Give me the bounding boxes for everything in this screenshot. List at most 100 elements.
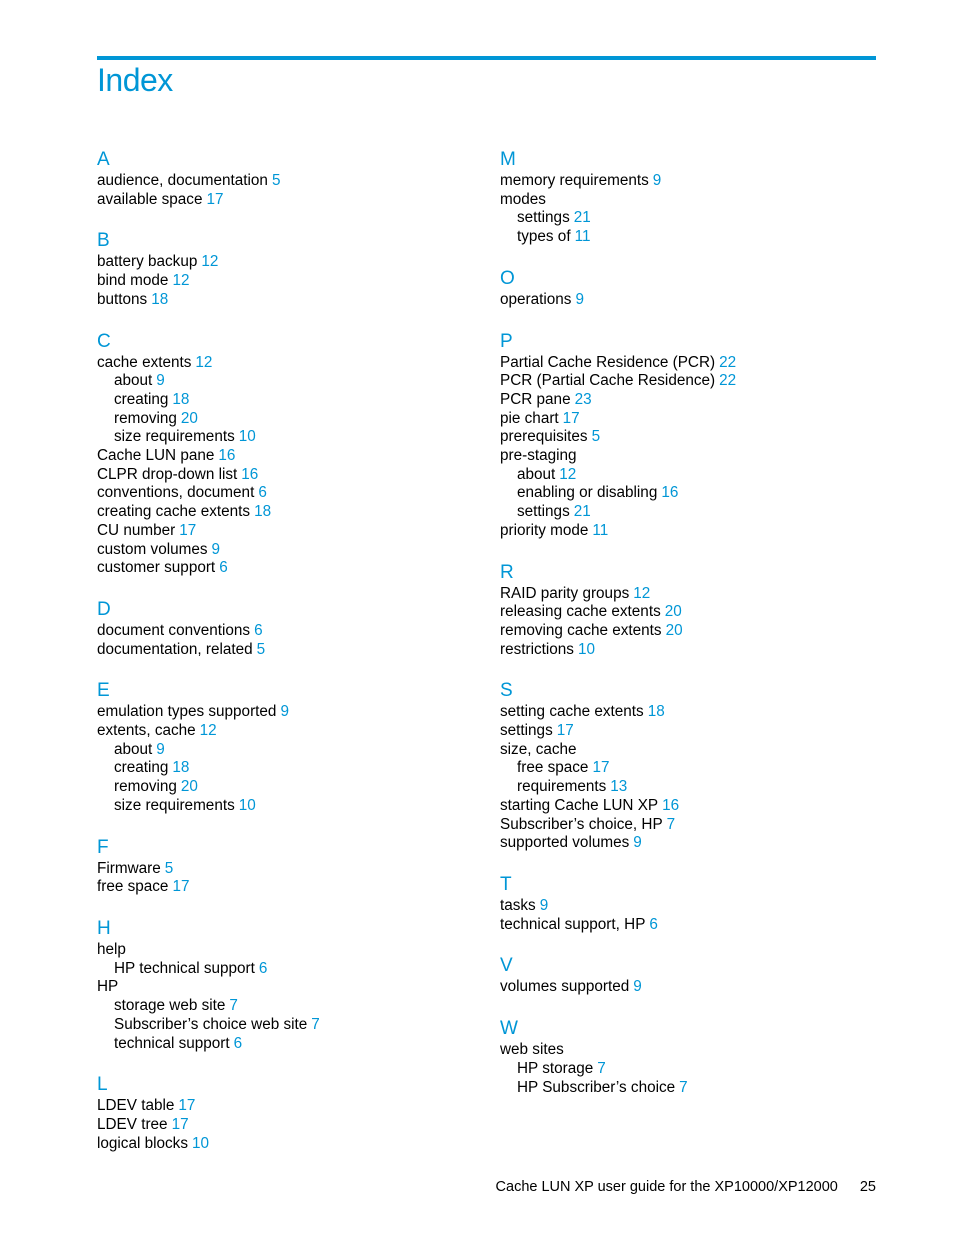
page-reference-link[interactable]: 10 [578, 641, 595, 658]
page-reference-link[interactable]: 5 [272, 172, 281, 189]
page-reference-link[interactable]: 6 [649, 916, 658, 933]
page-reference-link[interactable]: 23 [575, 391, 592, 408]
index-entry: memory requirements 9 [500, 172, 880, 191]
index-subentry: storage web site 7 [97, 997, 477, 1016]
page-reference-link[interactable]: 10 [239, 428, 256, 445]
page-reference-link[interactable]: 12 [201, 253, 218, 270]
page-reference-link[interactable]: 16 [218, 447, 235, 464]
entry-term: free space [97, 878, 169, 896]
page-reference-link[interactable]: 22 [719, 372, 736, 389]
page-reference-link[interactable]: 12 [633, 585, 650, 602]
page-reference-link[interactable]: 16 [662, 797, 679, 814]
index-entry: tasks 9 [500, 897, 880, 916]
page-reference-link[interactable]: 6 [234, 1035, 243, 1052]
page-reference-link[interactable]: 17 [172, 1116, 189, 1133]
index-entry: bind mode 12 [97, 272, 477, 291]
page-reference-link[interactable]: 12 [172, 272, 189, 289]
page-reference-link[interactable]: 18 [254, 503, 271, 520]
entry-term: starting Cache LUN XP [500, 796, 659, 814]
page-reference-link[interactable]: 11 [592, 522, 608, 539]
index-entry: available space 17 [97, 191, 477, 210]
page-reference-link[interactable]: 12 [559, 466, 576, 483]
index-subentry: creating 18 [97, 759, 477, 778]
page-reference-link[interactable]: 9 [653, 172, 662, 189]
page-reference-link[interactable]: 9 [575, 291, 584, 308]
section-letter: E [97, 680, 110, 702]
entry-term: memory requirements [500, 172, 649, 189]
page-reference-link[interactable]: 5 [592, 428, 601, 445]
page-reference-link[interactable]: 6 [219, 559, 228, 576]
entry-term: creating [114, 390, 169, 408]
page-reference-link[interactable]: 9 [156, 741, 165, 758]
page-reference-link[interactable]: 17 [179, 522, 196, 539]
index-subentry: removing 20 [97, 778, 477, 797]
page-reference-link[interactable]: 7 [311, 1016, 320, 1033]
page-reference-link[interactable]: 18 [172, 759, 189, 776]
entry-term: bind mode [97, 272, 169, 290]
page-reference-link[interactable]: 9 [633, 978, 642, 995]
index-subentry: Subscriber’s choice web site 7 [97, 1016, 477, 1035]
index-section-d: Ddocument conventions 6 documentation, rel… [97, 598, 477, 659]
page-reference-link[interactable]: 17 [178, 1097, 195, 1114]
page-reference-link[interactable]: 10 [239, 797, 256, 814]
entry-term: pie chart [500, 409, 559, 427]
page-reference-link[interactable]: 9 [156, 372, 165, 389]
entry-term: settings [517, 209, 570, 227]
index-entry: help [97, 941, 477, 960]
index-column-left: Aaudience, documentation 5 available space… [97, 148, 477, 1173]
index-entry: Firmware 5 [97, 860, 477, 879]
index-section-w: Wweb sites HP storage 7 HP Subscriber’s cho… [500, 1017, 880, 1097]
index-subentry: technical support 6 [97, 1035, 477, 1054]
index-entry: custom volumes 9 [97, 541, 477, 560]
section-letter: T [500, 873, 512, 895]
entry-term: enabling or disabling [517, 484, 658, 502]
page-reference-link[interactable]: 12 [200, 722, 217, 739]
page-reference-link[interactable]: 7 [597, 1060, 606, 1077]
entry-term: customer support [97, 559, 216, 577]
page-reference-link[interactable]: 16 [241, 466, 258, 483]
page-reference-link[interactable]: 20 [666, 622, 683, 639]
page-reference-link[interactable]: 21 [574, 209, 591, 226]
page-reference-link[interactable]: 13 [610, 778, 627, 795]
page-reference-link[interactable]: 22 [719, 354, 736, 371]
page-reference-link[interactable]: 9 [212, 541, 221, 558]
page-reference-link[interactable]: 6 [258, 484, 267, 501]
page-reference-link[interactable]: 17 [592, 759, 609, 776]
page-reference-link[interactable]: 6 [254, 622, 263, 639]
index-subentry: settings 21 [500, 209, 880, 228]
section-letter: F [97, 836, 109, 858]
page-reference-link[interactable]: 7 [679, 1079, 688, 1096]
page-reference-link[interactable]: 18 [151, 291, 168, 308]
page-reference-link[interactable]: 9 [540, 897, 549, 914]
index-subentry: enabling or disabling 16 [500, 484, 880, 503]
page-reference-link[interactable]: 5 [165, 860, 174, 877]
entry-term: technical support, HP [500, 915, 646, 933]
index-entry: RAID parity groups 12 [500, 585, 880, 604]
page-reference-link[interactable]: 5 [257, 641, 266, 658]
page-reference-link[interactable]: 18 [648, 703, 665, 720]
index-entry: restrictions 10 [500, 641, 880, 660]
page-reference-link[interactable]: 17 [557, 722, 574, 739]
page-reference-link[interactable]: 7 [229, 997, 238, 1014]
page-reference-link[interactable]: 12 [195, 354, 212, 371]
page-reference-link[interactable]: 10 [192, 1135, 209, 1152]
page-reference-link[interactable]: 20 [181, 778, 198, 795]
page-reference-link[interactable]: 16 [661, 484, 678, 501]
page-reference-link[interactable]: 6 [259, 960, 268, 977]
page-reference-link[interactable]: 17 [206, 191, 223, 208]
page-reference-link[interactable]: 18 [172, 391, 189, 408]
page-reference-link[interactable]: 21 [574, 503, 591, 520]
page-reference-link[interactable]: 9 [280, 703, 289, 720]
page-reference-link[interactable]: 7 [667, 816, 676, 833]
index-entry: free space 17 [97, 878, 477, 897]
entry-term: buttons [97, 290, 148, 308]
page-reference-link[interactable]: 20 [181, 410, 198, 427]
page-reference-link[interactable]: 11 [575, 228, 591, 245]
page-reference-link[interactable]: 17 [563, 410, 580, 427]
page-reference-link[interactable]: 17 [172, 878, 189, 895]
page-reference-link[interactable]: 20 [665, 603, 682, 620]
entry-term: priority mode [500, 521, 589, 539]
section-letter: O [500, 267, 515, 289]
index-entry: extents, cache 12 [97, 722, 477, 741]
page-reference-link[interactable]: 9 [633, 834, 642, 851]
